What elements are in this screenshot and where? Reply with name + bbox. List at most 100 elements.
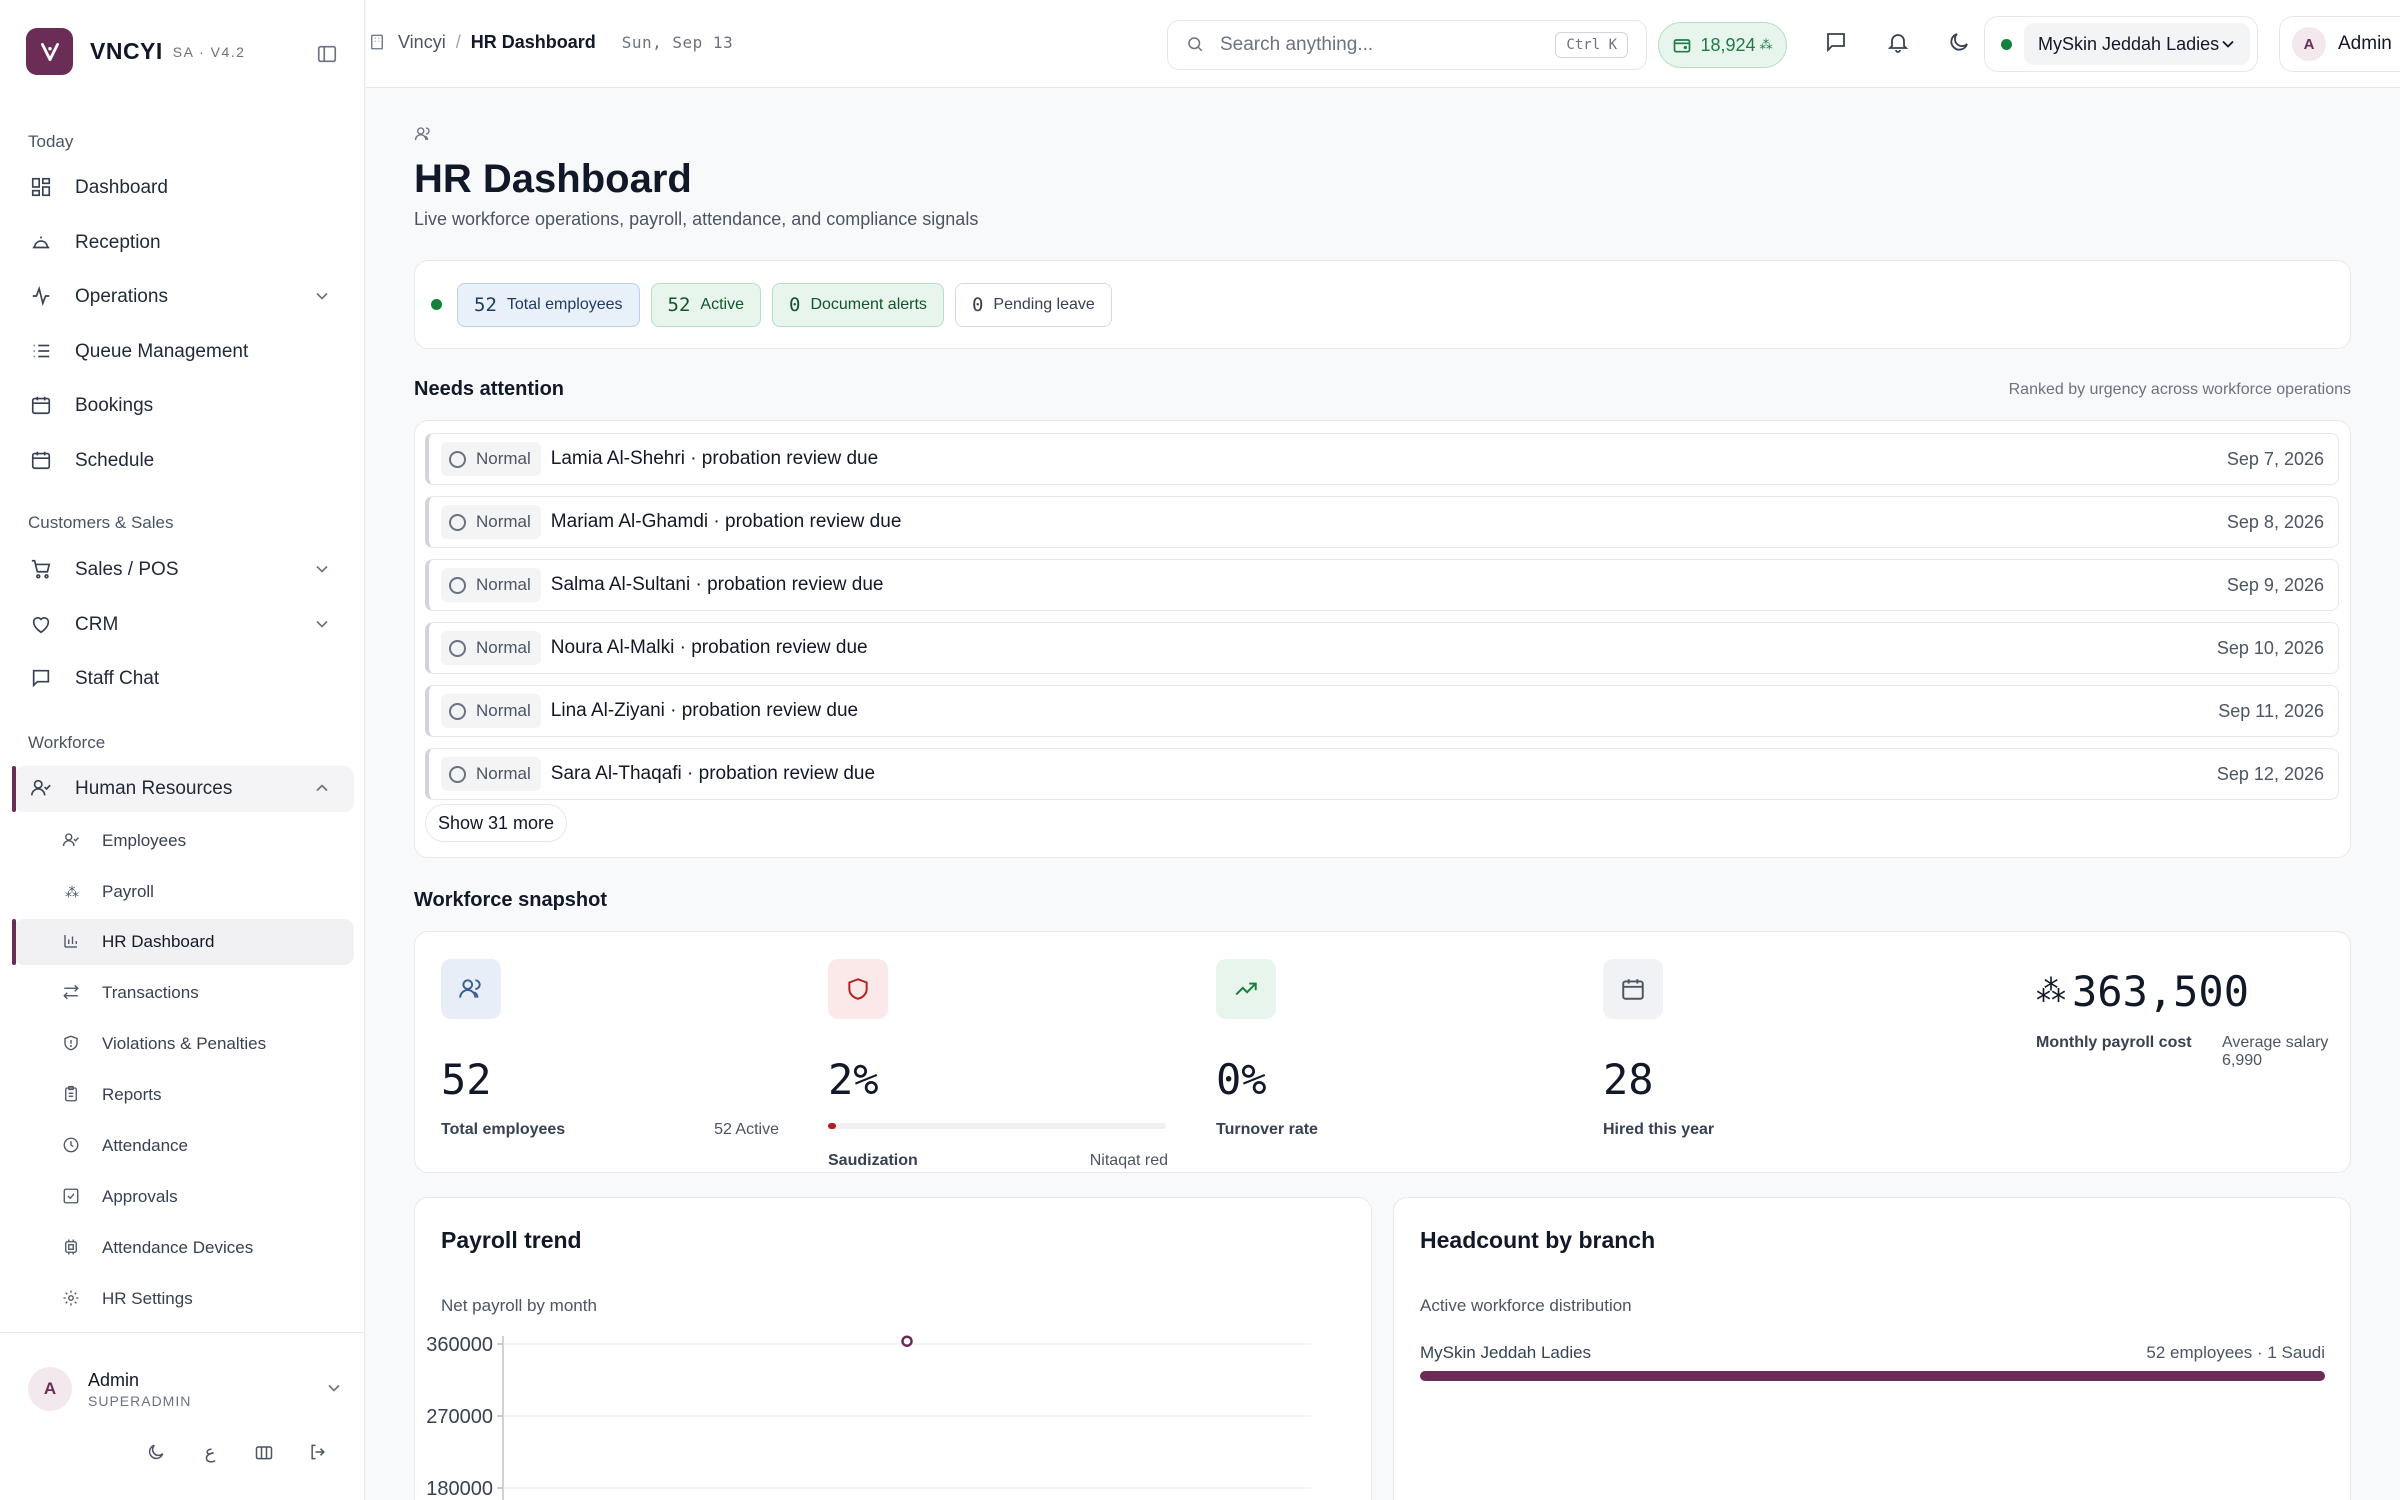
sidebar-sub-payroll[interactable]: ⁂ Payroll xyxy=(14,869,354,915)
attention-row[interactable]: Normal Noura Al-Malki · probation review… xyxy=(425,622,2339,674)
sidebar-sub-hr-dashboard[interactable]: HR Dashboard xyxy=(12,919,354,965)
sidebar-sub-reports[interactable]: Reports xyxy=(14,1072,354,1118)
attention-date: Sep 7, 2026 xyxy=(2226,448,2324,469)
priority-label: Normal xyxy=(476,764,531,783)
language-icon[interactable]: ع xyxy=(198,1440,222,1464)
logout-icon[interactable] xyxy=(306,1440,330,1464)
sidebar-sub-label: Attendance Devices xyxy=(102,1238,254,1257)
priority-label: Normal xyxy=(476,512,531,531)
branch-switcher: MySkin Jeddah Ladies xyxy=(1984,16,2258,72)
sidebar-sub-label: Approvals xyxy=(102,1187,178,1206)
attention-text: Lamia Al-Shehri · probation review due xyxy=(550,448,879,469)
attention-row[interactable]: Normal Salma Al-Sultani · probation revi… xyxy=(425,559,2339,611)
branch-select[interactable]: MySkin Jeddah Ladies xyxy=(2024,23,2250,65)
sidebar-item-staff-chat[interactable]: Staff Chat xyxy=(14,656,354,702)
user-menu[interactable]: A Admin SUPERADMIN xyxy=(28,1364,346,1414)
kpi-value: 0 xyxy=(788,293,801,316)
breadcrumb-separator: / xyxy=(455,32,461,52)
bar-chart-icon xyxy=(62,932,82,952)
stat-label: Total employees xyxy=(441,1121,566,1138)
needs-attention-list: Normal Lamia Al-Shehri · probation revie… xyxy=(414,420,2351,858)
attention-text: Noura Al-Malki · probation review due xyxy=(550,637,868,658)
branch-name: MySkin Jeddah Ladies xyxy=(1420,1343,1592,1362)
user-icon xyxy=(30,777,54,801)
brand[interactable]: VNCYI SA · V4.2 xyxy=(26,28,245,75)
sidebar-item-label: Schedule xyxy=(75,450,155,471)
circle-icon xyxy=(449,639,466,657)
page-title: HR Dashboard xyxy=(414,157,692,201)
building-icon xyxy=(368,33,388,53)
sidebar-collapse-icon[interactable] xyxy=(316,43,340,67)
chevron-down-icon xyxy=(324,1378,346,1400)
sidebar-sub-employees[interactable]: Employees xyxy=(14,818,354,864)
payroll-cost: ⁂ 363,500 xyxy=(2036,967,2249,1016)
sidebar-item-label: Staff Chat xyxy=(75,668,160,689)
kpi-summary-bar: 52 Total employees 52 Active 0 Document … xyxy=(414,260,2351,349)
section-label-customers: Customers & Sales xyxy=(28,513,174,532)
sidebar-sub-label: HR Dashboard xyxy=(102,932,215,951)
cpu-icon xyxy=(62,1238,82,1258)
kpi-value: 52 xyxy=(667,293,691,316)
section-label-workforce: Workforce xyxy=(28,733,106,752)
payroll-trend-card: Payroll trend Net payroll by month 36000… xyxy=(414,1197,1372,1500)
sidebar-item-operations[interactable]: Operations xyxy=(14,274,354,320)
circle-icon xyxy=(449,450,466,468)
card-title: Payroll trend xyxy=(441,1227,582,1253)
circle-icon xyxy=(449,576,466,594)
saudization-progress xyxy=(828,1123,1166,1129)
stat-value: 2% xyxy=(828,1055,879,1104)
moon-icon[interactable] xyxy=(1947,30,1975,58)
attention-row[interactable]: Normal Lina Al-Ziyani · probation review… xyxy=(425,685,2339,737)
branch-count: 52 employees · 1 Saudi xyxy=(2146,1343,2325,1362)
breadcrumb-root[interactable]: Vincyi xyxy=(398,32,446,53)
sidebar-item-dashboard[interactable]: Dashboard xyxy=(14,165,354,211)
calendar-icon xyxy=(30,394,54,418)
sidebar-item-bookings[interactable]: Bookings xyxy=(14,383,354,429)
stat-total-employees: 52 Total employees 52 Active xyxy=(441,959,781,1159)
sidebar-item-label: Sales / POS xyxy=(75,559,179,580)
brand-logo xyxy=(26,28,73,75)
show-more-button[interactable]: Show 31 more xyxy=(425,804,568,842)
search-input[interactable]: Search anything... Ctrl K xyxy=(1167,20,1647,70)
attention-row[interactable]: Normal Mariam Al-Ghamdi · probation revi… xyxy=(425,496,2339,548)
profile-button[interactable]: A Admin xyxy=(2279,16,2400,72)
cart-icon xyxy=(30,558,54,582)
sidebar-sub-hr-settings[interactable]: HR Settings xyxy=(14,1276,354,1322)
bell-icon[interactable] xyxy=(1886,30,1914,58)
sidebar-sub-label: Employees xyxy=(102,831,187,850)
sidebar-sub-approvals[interactable]: Approvals xyxy=(14,1174,354,1220)
wallet-balance[interactable]: 18,924 ⁂ xyxy=(1658,22,1787,68)
sidebar-sub-transactions[interactable]: Transactions xyxy=(14,970,354,1016)
sidebar-item-crm[interactable]: CRM xyxy=(14,602,354,648)
needs-attention-note: Ranked by urgency across workforce opera… xyxy=(2008,381,2351,398)
sidebar-item-sales[interactable]: Sales / POS xyxy=(14,547,354,593)
sidebar-item-label: Human Resources xyxy=(75,778,233,799)
live-status-dot xyxy=(431,299,442,310)
payroll-cost-value: 363,500 xyxy=(2072,967,2250,1016)
sidebar-sub-attendance-devices[interactable]: Attendance Devices xyxy=(14,1225,354,1271)
branch-row[interactable]: MySkin Jeddah Ladies 52 employees · 1 Sa… xyxy=(1420,1343,2325,1381)
sidebar-item-reception[interactable]: Reception xyxy=(14,220,354,266)
stat-hired: 28 Hired this year xyxy=(1603,959,1943,1159)
sidebar-sub-violations[interactable]: Violations & Penalties xyxy=(14,1021,354,1067)
moon-icon[interactable] xyxy=(144,1440,168,1464)
kpi-pending-leave[interactable]: 0 Pending leave xyxy=(954,282,1112,327)
attention-row[interactable]: Normal Lamia Al-Shehri · probation revie… xyxy=(425,433,2339,485)
kpi-document-alerts[interactable]: 0 Document alerts xyxy=(771,282,944,327)
sidebar-item-human-resources[interactable]: Human Resources xyxy=(12,766,354,812)
main-content: HR Dashboard Live workforce operations, … xyxy=(366,89,2400,1500)
workforce-snapshot-title: Workforce snapshot xyxy=(414,889,607,911)
sidebar-item-schedule[interactable]: Schedule xyxy=(14,438,354,484)
balance-value: 18,924 xyxy=(1700,34,1756,55)
kpi-active[interactable]: 52 Active xyxy=(650,282,761,327)
kpi-total-employees[interactable]: 52 Total employees xyxy=(457,282,640,327)
building-icon[interactable] xyxy=(252,1440,276,1464)
attention-row[interactable]: Normal Sara Al-Thaqafi · probation revie… xyxy=(425,748,2339,800)
sidebar-sub-attendance[interactable]: Attendance xyxy=(14,1123,354,1169)
sidebar-item-queue[interactable]: Queue Management xyxy=(14,329,354,375)
attention-text: Mariam Al-Ghamdi · probation review due xyxy=(550,511,902,532)
chat-icon[interactable] xyxy=(1824,30,1852,58)
avatar: A xyxy=(2292,27,2326,61)
data-point[interactable] xyxy=(901,1335,913,1347)
chevron-down-icon xyxy=(312,614,334,636)
